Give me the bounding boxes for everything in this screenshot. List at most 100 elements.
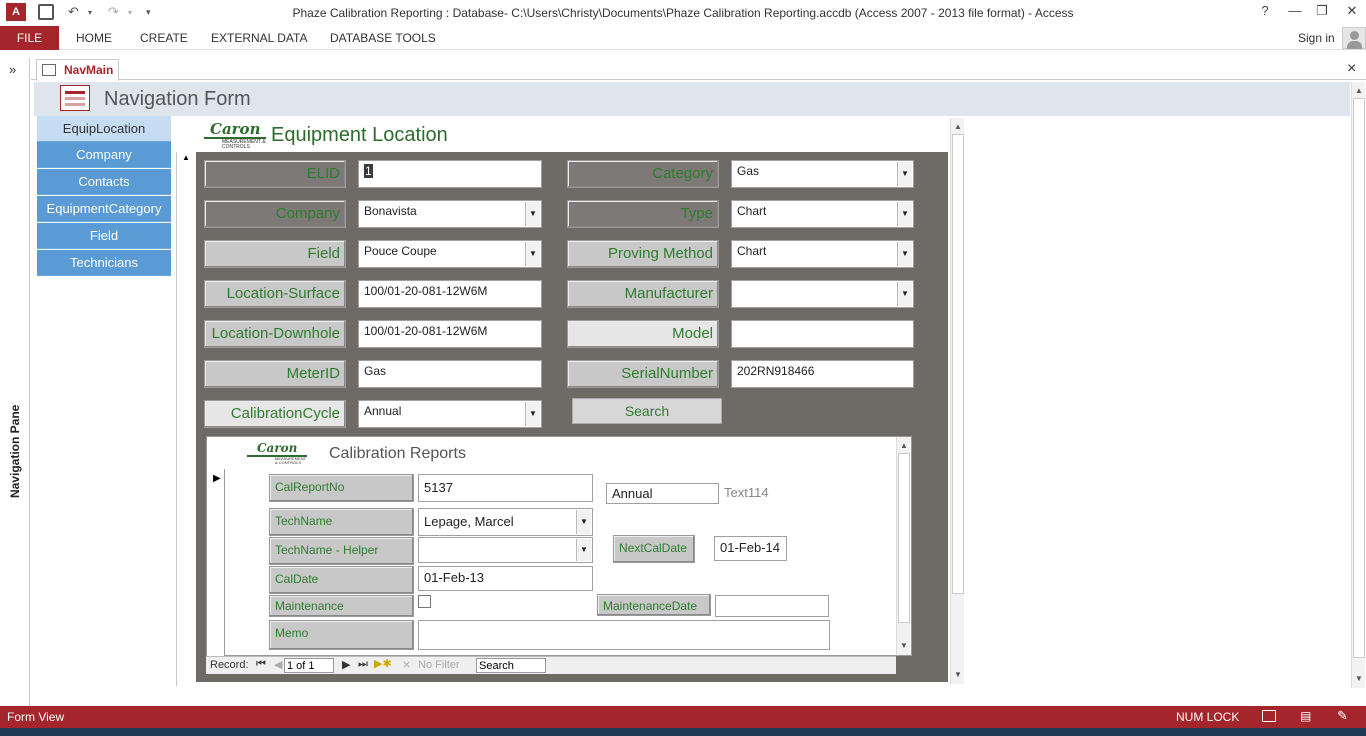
chevron-down-icon[interactable]: ▼ <box>525 202 540 226</box>
cal-report-no-field[interactable]: 5137 <box>418 474 593 502</box>
chevron-down-icon[interactable]: ▼ <box>897 282 912 306</box>
calibration-cycle-value: Annual <box>364 404 402 418</box>
maintenance-checkbox[interactable] <box>418 595 431 608</box>
field-combo[interactable]: Pouce Coupe ▼ <box>358 240 542 268</box>
navigation-form-icon <box>60 85 90 111</box>
elid-field[interactable]: 1 <box>358 160 542 188</box>
close-window-icon[interactable]: ✕ <box>1339 3 1365 19</box>
navigation-form-title: Navigation Form <box>104 88 251 110</box>
minimize-icon[interactable]: — <box>1282 3 1308 18</box>
category-value: Gas <box>737 164 760 178</box>
proving-method-combo[interactable]: Chart ▼ <box>731 240 914 268</box>
chevron-down-icon[interactable]: ▼ <box>897 162 912 186</box>
tech-name-value: Lepage, Marcel <box>424 514 514 529</box>
sign-in-link[interactable]: Sign in <box>1298 31 1335 45</box>
search-button[interactable]: Search <box>572 398 722 424</box>
model-field[interactable] <box>731 320 914 348</box>
tech-helper-combo[interactable]: ▼ <box>418 537 593 563</box>
chevron-down-icon[interactable]: ▼ <box>525 402 540 426</box>
design-view-icon[interactable]: ✎ <box>1337 708 1348 724</box>
calibration-cycle-combo[interactable]: Annual ▼ <box>358 400 542 428</box>
navigation-pane[interactable]: » Navigation Pane <box>0 58 30 708</box>
previous-record-icon[interactable]: ◀ <box>274 658 282 671</box>
record-position-input[interactable] <box>284 658 334 673</box>
restore-icon[interactable]: ❐ <box>1309 3 1335 19</box>
cal-date-field[interactable]: 01-Feb-13 <box>418 566 593 591</box>
scroll-up-icon[interactable]: ▲ <box>897 439 911 453</box>
tab-create[interactable]: CREATE <box>140 31 188 45</box>
document-tab-bar: NavMain × <box>31 58 1366 81</box>
first-record-icon[interactable]: ⏮ <box>256 658 266 671</box>
chevron-down-icon[interactable]: ▼ <box>525 242 540 266</box>
proving-method-value: Chart <box>737 244 767 258</box>
caron-logo: Caron MEASUREMENT & CONTROLS <box>204 120 266 150</box>
tab-file[interactable]: FILE <box>0 26 59 50</box>
nav-button-equipmentcategory[interactable]: EquipmentCategory <box>37 196 171 222</box>
nav-button-technicians[interactable]: Technicians <box>37 250 171 276</box>
tech-name-combo[interactable]: Lepage, Marcel ▼ <box>418 508 593 536</box>
cycle-field[interactable]: Annual <box>606 483 719 504</box>
category-combo[interactable]: Gas ▼ <box>731 160 914 188</box>
location-downhole-field[interactable]: 100/01-20-081-12W6M <box>358 320 542 348</box>
scroll-up-icon[interactable]: ▲ <box>951 120 965 134</box>
tech-name-label: TechName <box>269 508 414 536</box>
maintenance-date-field[interactable] <box>715 595 829 617</box>
help-button[interactable]: ? <box>1252 3 1278 18</box>
location-surface-label: Location-Surface <box>204 280 346 308</box>
tab-home[interactable]: HOME <box>76 31 112 45</box>
scroll-down-icon[interactable]: ▼ <box>1352 672 1366 686</box>
datasheet-view-icon[interactable]: ▤ <box>1300 709 1311 723</box>
nav-button-contacts[interactable]: Contacts <box>37 169 171 195</box>
record-selector[interactable]: ▶ <box>207 469 225 657</box>
tab-navmain[interactable]: NavMain <box>36 59 119 81</box>
workspace-scrollbar[interactable]: ▲ ▼ <box>1351 82 1365 688</box>
chevron-down-icon[interactable]: ▼ <box>897 242 912 266</box>
nav-button-company[interactable]: Company <box>37 142 171 168</box>
scroll-thumb[interactable] <box>898 453 910 623</box>
form-view-icon[interactable] <box>1262 710 1276 722</box>
status-bar: Form View NUM LOCK ▤ ✎ <box>0 706 1366 728</box>
scroll-thumb[interactable] <box>952 134 964 594</box>
nav-button-equiplocation[interactable]: EquipLocation <box>37 116 171 142</box>
expand-pane-icon[interactable]: » <box>9 62 16 77</box>
equipment-form-scrollbar[interactable]: ▲ ▼ <box>950 118 964 684</box>
calibration-cycle-label: CalibrationCycle <box>204 400 346 428</box>
no-filter-label[interactable]: No Filter <box>418 659 460 671</box>
last-record-icon[interactable]: ⏭ <box>358 658 368 671</box>
text114-label: Text114 <box>724 485 769 500</box>
serial-number-field[interactable]: 202RN918466 <box>731 360 914 388</box>
tab-external-data[interactable]: EXTERNAL DATA <box>211 31 307 45</box>
serial-number-label: SerialNumber <box>567 360 719 388</box>
scroll-thumb[interactable] <box>1353 98 1365 658</box>
manufacturer-combo[interactable]: ▼ <box>731 280 914 308</box>
nav-button-field[interactable]: Field <box>37 223 171 249</box>
scroll-down-icon[interactable]: ▼ <box>897 639 911 653</box>
record-search-input[interactable] <box>476 658 546 673</box>
elid-label: ELID <box>204 160 346 188</box>
memo-label: Memo <box>269 620 414 650</box>
new-record-icon[interactable]: ▶✱ <box>374 657 392 670</box>
navigation-pane-label[interactable]: Navigation Pane <box>8 405 22 498</box>
user-avatar-icon[interactable] <box>1342 27 1366 49</box>
chevron-down-icon[interactable]: ▼ <box>576 510 591 534</box>
location-surface-field[interactable]: 100/01-20-081-12W6M <box>358 280 542 308</box>
field-label: Field <box>204 240 346 268</box>
company-combo[interactable]: Bonavista ▼ <box>358 200 542 228</box>
next-record-icon[interactable]: ▶ <box>342 658 350 671</box>
close-tab-icon[interactable]: × <box>1347 60 1356 78</box>
chevron-down-icon[interactable]: ▼ <box>897 202 912 226</box>
next-cal-date-field[interactable]: 01-Feb-14 <box>714 536 787 561</box>
chevron-down-icon[interactable]: ▼ <box>576 539 591 561</box>
taskbar-strip <box>0 728 1366 736</box>
meterid-label: MeterID <box>204 360 346 388</box>
tab-database-tools[interactable]: DATABASE TOOLS <box>330 31 436 45</box>
scroll-up-icon[interactable]: ▲ <box>1352 84 1366 98</box>
scroll-down-icon[interactable]: ▼ <box>951 668 965 682</box>
model-label: Model <box>567 320 719 348</box>
calibration-reports-scrollbar[interactable]: ▲ ▼ <box>896 437 910 655</box>
record-selector-arrow[interactable]: ▲ <box>182 153 190 162</box>
type-combo[interactable]: Chart ▼ <box>731 200 914 228</box>
memo-field[interactable] <box>418 620 830 650</box>
meterid-field[interactable]: Gas <box>358 360 542 388</box>
no-filter-icon[interactable]: ⨯ <box>402 658 411 671</box>
